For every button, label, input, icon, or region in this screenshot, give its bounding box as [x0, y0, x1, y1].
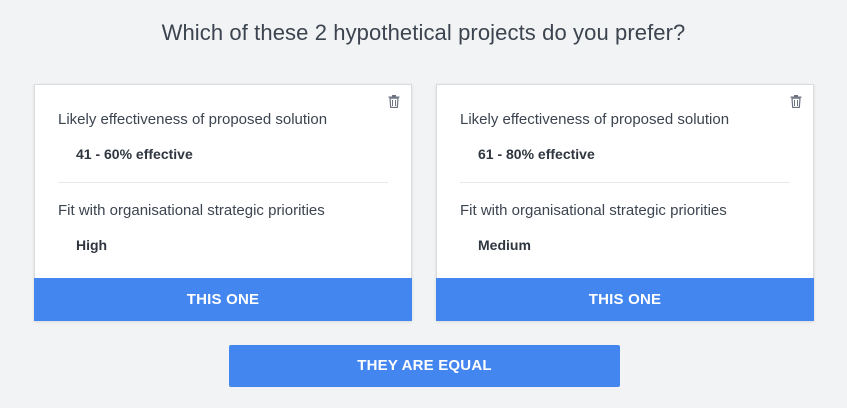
effectiveness-value: 61 - 80% effective — [478, 146, 595, 162]
strategic-fit-label: Fit with organisational strategic priori… — [58, 202, 325, 219]
divider — [460, 182, 790, 183]
question-heading: Which of these 2 hypothetical projects d… — [161, 20, 686, 45]
effectiveness-label: Likely effectiveness of proposed solutio… — [460, 111, 730, 128]
option-card-2: Likely effectiveness of proposed solutio… — [436, 84, 814, 321]
strategic-fit-label: Fit with organisational strategic priori… — [460, 202, 727, 219]
trash-icon[interactable] — [790, 95, 802, 109]
strategic-fit-value: Medium — [478, 237, 531, 253]
trash-icon[interactable] — [388, 95, 400, 109]
they-are-equal-button[interactable]: THEY ARE EQUAL — [229, 345, 620, 387]
choose-option-2-button[interactable]: THIS ONE — [436, 278, 814, 321]
effectiveness-label: Likely effectiveness of proposed solutio… — [58, 111, 328, 128]
choose-option-1-button[interactable]: THIS ONE — [34, 278, 412, 321]
option-card-1: Likely effectiveness of proposed solutio… — [34, 84, 412, 321]
effectiveness-value: 41 - 60% effective — [76, 146, 193, 162]
strategic-fit-value: High — [76, 237, 108, 253]
divider — [58, 182, 388, 183]
